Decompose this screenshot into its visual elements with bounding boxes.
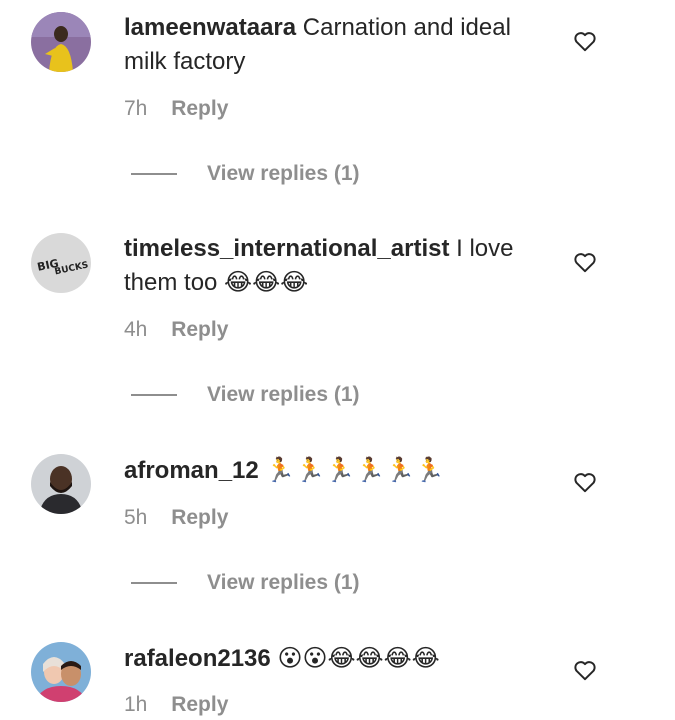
heart-icon[interactable] [572,28,598,54]
comment-content: afroman_12 🏃🏃🏃🏃🏃🏃 [124,454,554,488]
comment-content: rafaleon2136 😮😮😂😂😂😂 [124,642,554,676]
divider-line [131,173,177,175]
view-replies-label[interactable]: View replies (1) [207,161,360,187]
comment-meta: 1h Reply [124,692,228,718]
view-replies-label[interactable]: View replies (1) [207,382,360,408]
username[interactable]: afroman_12 [124,457,259,484]
username[interactable]: rafaleon2136 [124,645,271,672]
heart-icon[interactable] [572,469,598,495]
timestamp: 1h [124,693,148,716]
comment-meta: 4h Reply [124,317,228,343]
comment-meta: 5h Reply [124,505,228,531]
comment-content: lameenwataara Carnation and ideal milk f… [124,11,554,79]
timestamp: 7h [124,97,148,120]
heart-icon[interactable] [572,657,598,683]
comment-meta: 7h Reply [124,96,228,122]
comment-text: 🏃🏃🏃🏃🏃🏃 [265,457,445,484]
reply-button[interactable]: Reply [171,693,228,716]
comment-text: 😮😮😂😂😂😂 [277,645,440,672]
avatar[interactable] [31,454,91,514]
username[interactable]: lameenwataara [124,14,296,41]
timestamp: 4h [124,318,148,341]
avatar[interactable]: BIG BUCKS [31,233,91,293]
heart-icon[interactable] [572,249,598,275]
reply-button[interactable]: Reply [171,318,228,341]
avatar[interactable] [31,642,91,702]
reply-button[interactable]: Reply [171,506,228,529]
view-replies-label[interactable]: View replies (1) [207,570,360,596]
divider-line [131,394,177,396]
divider-line [131,582,177,584]
timestamp: 5h [124,506,148,529]
username[interactable]: timeless_international_artist [124,235,449,262]
reply-button[interactable]: Reply [171,97,228,120]
comment-content: timeless_international_artist I love the… [124,232,554,300]
avatar[interactable] [31,12,91,72]
